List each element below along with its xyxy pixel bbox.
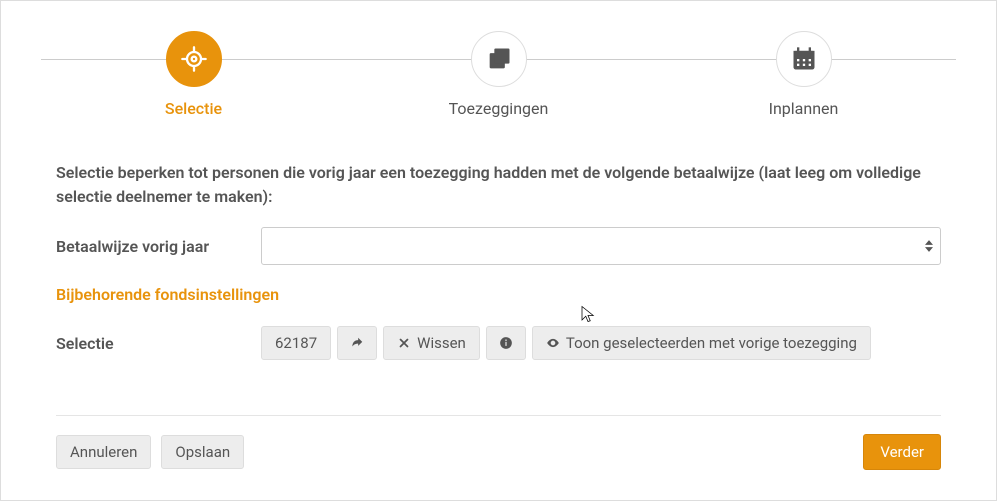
section-title: Bijbehorende fondsinstellingen [56,285,941,304]
step-label: Toezeggingen [449,99,549,118]
opslaan-button[interactable]: Opslaan [161,435,244,469]
wizard-panel: Selectie Toezeggingen Inplannen Selectie… [0,0,997,501]
footer: Annuleren Opslaan Verder [56,415,941,470]
share-button[interactable] [337,326,377,360]
close-icon [397,336,411,350]
info-icon [499,336,513,350]
wissen-text: Wissen [417,334,466,352]
selectie-id-button[interactable]: 62187 [261,326,331,360]
verder-button[interactable]: Verder [863,434,941,470]
betaalwijze-label: Betaalwijze vorig jaar [56,237,261,256]
toon-button[interactable]: Toon geselecteerden met vorige toezeggin… [532,326,871,360]
betaalwijze-select[interactable] [261,227,941,265]
betaalwijze-select-wrap [261,227,941,265]
intro-text: Selectie beperken tot personen die vorig… [56,161,941,209]
annuleren-button[interactable]: Annuleren [56,435,151,469]
step-toezeggingen[interactable]: Toezeggingen [399,31,599,118]
step-selectie[interactable]: Selectie [94,31,294,118]
stepper-steps: Selectie Toezeggingen Inplannen [41,31,956,118]
eye-icon [546,336,560,350]
betaalwijze-row: Betaalwijze vorig jaar [56,227,941,265]
info-button[interactable] [486,326,526,360]
toon-text: Toon geselecteerden met vorige toezeggin… [566,334,857,352]
selectie-label: Selectie [56,334,261,353]
content: Selectie beperken tot personen die vorig… [1,161,996,360]
step-label: Inplannen [769,99,839,118]
selectie-buttons: 62187 Wissen Toon geselecteerden met vor… [261,326,871,360]
calendar-icon [776,31,832,87]
wissen-button[interactable]: Wissen [383,326,480,360]
footer-left: Annuleren Opslaan [56,435,244,469]
stepper: Selectie Toezeggingen Inplannen [41,31,956,141]
target-icon [166,31,222,87]
selectie-row: Selectie 62187 Wissen Toon geselecteer [56,326,941,360]
copy-icon [471,31,527,87]
step-label: Selectie [165,99,222,118]
selectie-id-text: 62187 [275,334,317,352]
share-icon [350,336,364,350]
step-inplannen[interactable]: Inplannen [704,31,904,118]
